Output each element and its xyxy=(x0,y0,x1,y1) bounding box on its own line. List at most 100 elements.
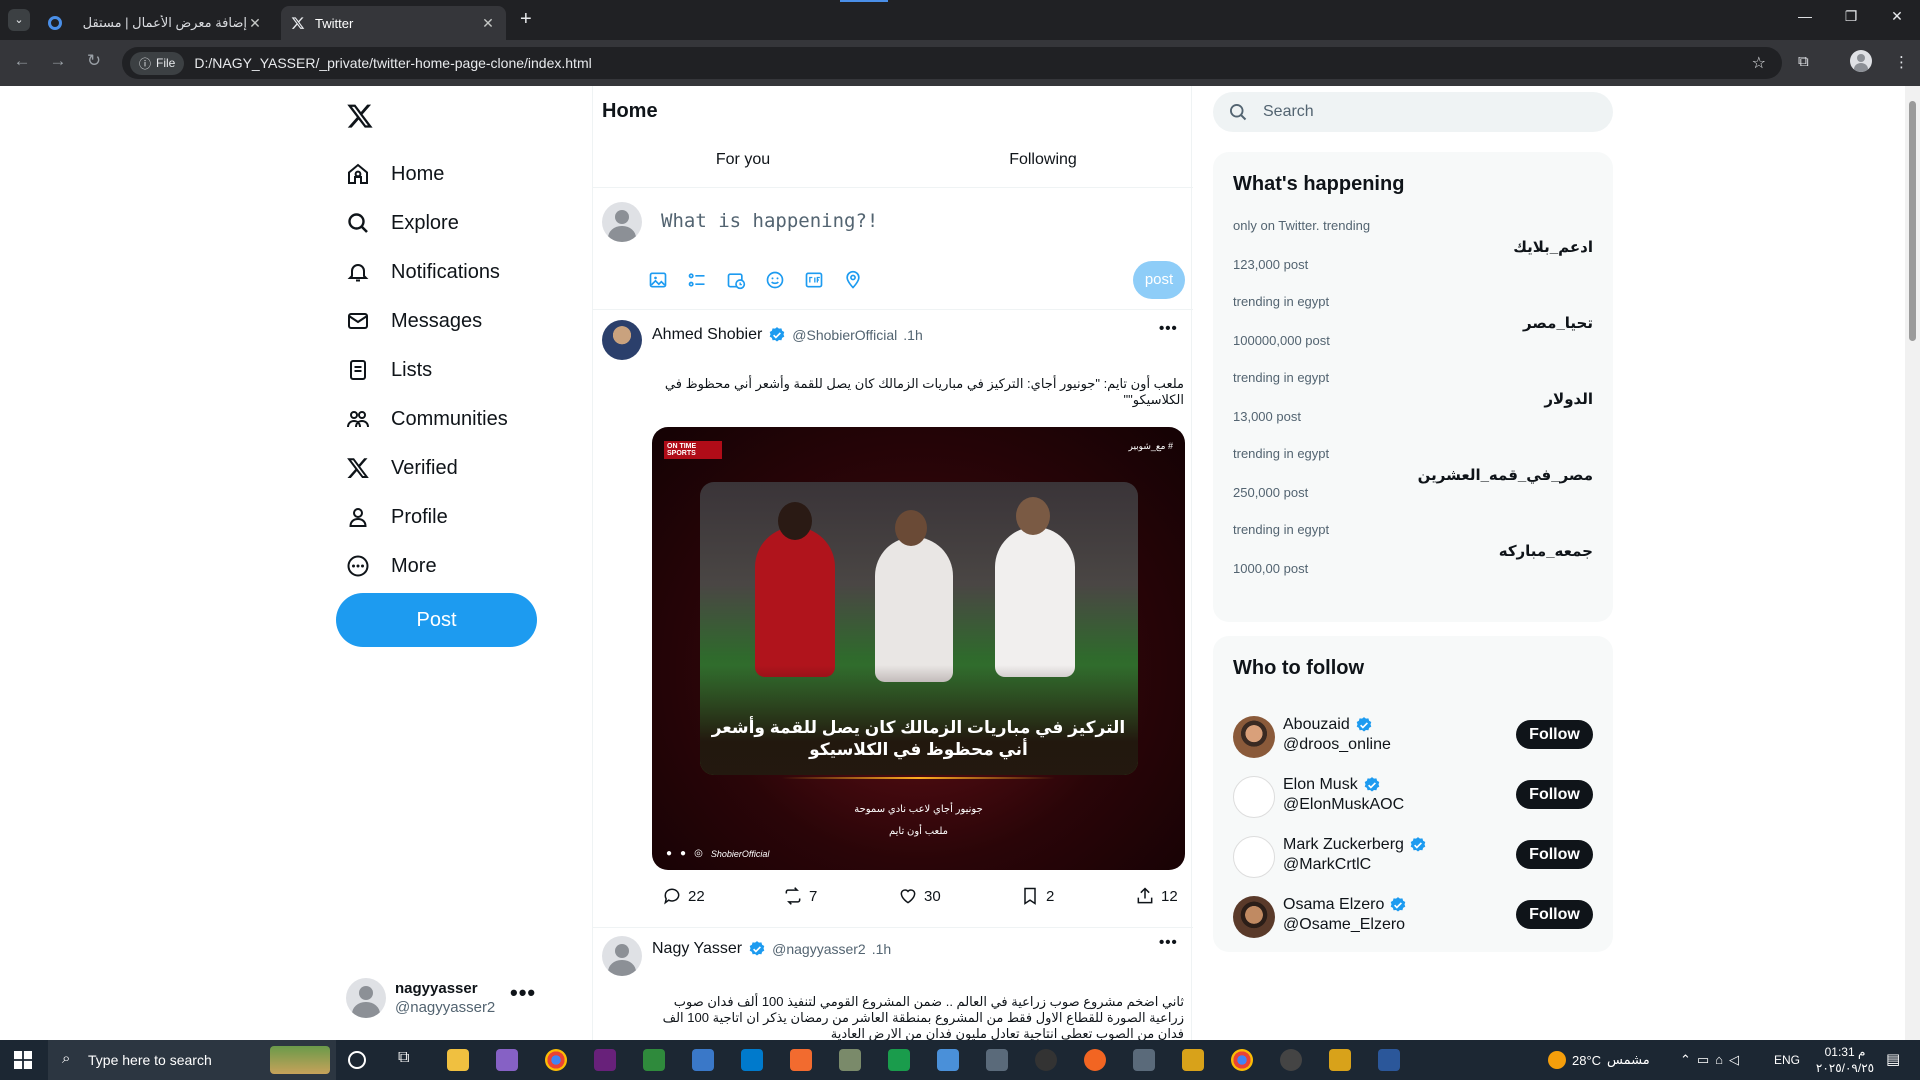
sidebar-item-messages[interactable]: Messages xyxy=(346,301,482,341)
browser-tab-twitter[interactable]: Twitter ✕ xyxy=(281,6,506,40)
sidebar-item-explore[interactable]: Explore xyxy=(346,203,459,243)
tweet-author-name[interactable]: Nagy Yasser xyxy=(652,940,742,958)
app-icon[interactable] xyxy=(1182,1049,1204,1071)
like-button[interactable]: 30 xyxy=(898,886,941,906)
follow-button[interactable]: Follow xyxy=(1516,720,1593,749)
input-language[interactable]: ENG xyxy=(1774,1053,1800,1067)
sidebar-item-communities[interactable]: Communities xyxy=(346,399,508,439)
app-icon[interactable] xyxy=(1329,1049,1351,1071)
reply-button[interactable]: 22 xyxy=(662,886,705,906)
tab-search-button[interactable]: ⌄ xyxy=(8,9,30,31)
tweet-more-icon[interactable]: ••• xyxy=(1159,320,1178,337)
clock[interactable]: 01:31 م ٢٠٢٥/٠٩/٢٥ xyxy=(1810,1044,1880,1076)
schedule-icon[interactable] xyxy=(726,270,746,290)
vscode-icon[interactable] xyxy=(741,1049,763,1071)
trend-item[interactable]: trending in egypt جمعه_مباركه 1000,00 po… xyxy=(1213,522,1613,598)
chrome-active-icon[interactable] xyxy=(1231,1049,1253,1071)
visual-studio-2-icon[interactable] xyxy=(594,1049,616,1071)
task-view-icon[interactable]: ⧉ xyxy=(398,1049,420,1071)
chrome-icon[interactable] xyxy=(545,1049,567,1071)
image-icon[interactable] xyxy=(648,270,668,290)
share-button[interactable]: 12 xyxy=(1135,886,1178,906)
follow-button[interactable]: Follow xyxy=(1516,900,1593,929)
visual-studio-icon[interactable] xyxy=(496,1049,518,1071)
follow-suggestion[interactable]: Mark Zuckerberg @MarkCrtlC Follow xyxy=(1233,834,1593,882)
extensions-icon[interactable]: ⧉ xyxy=(1798,53,1809,70)
follow-suggestion[interactable]: Osama Elzero @Osame_Elzero Follow xyxy=(1233,894,1593,942)
tab-for-you[interactable]: For you xyxy=(593,151,893,169)
tweet-image[interactable]: ON TIME SPORTS # مع_شوبير التركيز في مبا… xyxy=(652,427,1185,870)
sidebar-item-more[interactable]: More xyxy=(346,546,437,586)
retweet-button[interactable]: 7 xyxy=(783,886,817,906)
file-explorer-icon[interactable] xyxy=(447,1049,469,1071)
follow-button[interactable]: Follow xyxy=(1516,780,1593,809)
tweet[interactable]: Ahmed Shobier @ShobierOfficial .1h ••• م… xyxy=(593,310,1193,927)
app-icon[interactable] xyxy=(1084,1049,1106,1071)
tab-close-icon[interactable]: ✕ xyxy=(480,15,496,32)
site-info-button[interactable]: ⓘ File xyxy=(130,51,185,75)
app-icon[interactable] xyxy=(937,1049,959,1071)
trend-item[interactable]: only on Twitter. trending ادعم_بلايك 123… xyxy=(1213,218,1613,294)
app-icon[interactable] xyxy=(888,1049,910,1071)
location-icon[interactable] xyxy=(843,270,863,290)
tab-following[interactable]: Following xyxy=(893,151,1193,169)
sidebar-item-verified[interactable]: Verified xyxy=(346,448,458,488)
app-icon[interactable] xyxy=(1035,1049,1057,1071)
poll-icon[interactable] xyxy=(687,270,707,290)
search-input[interactable]: Search xyxy=(1213,92,1613,132)
follow-suggestion[interactable]: Abouzaid @droos_online Follow xyxy=(1233,714,1593,762)
restore-button[interactable]: ❐ xyxy=(1836,8,1866,25)
compose-post-button[interactable]: post xyxy=(1133,261,1185,299)
tweet[interactable]: Nagy Yasser @nagyyasser2 .1h ••• ثاني اض… xyxy=(593,928,1193,1040)
app-icon[interactable] xyxy=(1133,1049,1155,1071)
taskbar-search[interactable]: ⌕ Type here to search xyxy=(48,1040,336,1080)
tray-icons[interactable]: ⌃▭⌂◁ xyxy=(1680,1052,1745,1068)
back-button[interactable]: ← xyxy=(10,51,34,71)
minimize-button[interactable]: — xyxy=(1790,8,1820,24)
windows-start-icon[interactable] xyxy=(14,1051,32,1069)
tab-close-icon[interactable]: ✕ xyxy=(247,15,263,32)
compose-input[interactable]: What is happening?! xyxy=(661,210,878,232)
page-scrollbar[interactable] xyxy=(1905,86,1920,1040)
close-window-button[interactable]: ✕ xyxy=(1882,8,1912,25)
gif-icon[interactable] xyxy=(804,270,824,290)
sidebar-item-home[interactable]: Home xyxy=(346,154,444,194)
emoji-icon[interactable] xyxy=(765,270,785,290)
bookmark-star-icon[interactable]: ☆ xyxy=(1752,53,1766,73)
follow-suggestion[interactable]: Elon Musk @ElonMuskAOC Follow xyxy=(1233,774,1593,822)
trend-item[interactable]: trending in egypt مصر_في_قمه_العشرين 250… xyxy=(1213,446,1613,522)
tweet-avatar[interactable] xyxy=(602,936,642,976)
tweet-more-icon[interactable]: ••• xyxy=(1159,934,1178,951)
new-tab-button[interactable]: + xyxy=(520,8,532,31)
sidebar-item-profile[interactable]: Profile xyxy=(346,497,448,537)
app-icon[interactable] xyxy=(692,1049,714,1071)
address-bar[interactable]: ⓘ File D:/NAGY_YASSER/_private/twitter-h… xyxy=(122,47,1782,79)
trend-item[interactable]: trending in egypt تحيا_مصر 100000,000 po… xyxy=(1213,294,1613,370)
profile-avatar-icon[interactable] xyxy=(1850,50,1872,72)
tweet-author-name[interactable]: Ahmed Shobier xyxy=(652,326,762,344)
notifications-icon[interactable]: ▤ xyxy=(1886,1050,1900,1068)
scrollbar-thumb[interactable] xyxy=(1909,101,1916,341)
sidebar-item-notifications[interactable]: Notifications xyxy=(346,252,500,292)
bookmark-button[interactable]: 2 xyxy=(1020,886,1054,906)
x-logo-icon[interactable] xyxy=(346,102,374,130)
reload-button[interactable]: ↻ xyxy=(82,51,106,71)
app-icon[interactable] xyxy=(839,1049,861,1071)
app-icon[interactable] xyxy=(643,1049,665,1071)
postman-icon[interactable] xyxy=(790,1049,812,1071)
post-button[interactable]: Post xyxy=(336,593,537,647)
tweet-avatar[interactable] xyxy=(602,320,642,360)
follow-button[interactable]: Follow xyxy=(1516,840,1593,869)
more-dots-icon[interactable]: ••• xyxy=(510,980,536,1006)
word-icon[interactable] xyxy=(1378,1049,1400,1071)
app-icon[interactable] xyxy=(986,1049,1008,1071)
trend-item[interactable]: trending in egypt الدولار 13,000 post xyxy=(1213,370,1613,446)
forward-button[interactable]: → xyxy=(46,51,70,71)
account-switcher[interactable]: nagyyasser @nagyyasser2 ••• xyxy=(336,972,546,1020)
browser-menu-icon[interactable]: ⋮ xyxy=(1894,53,1909,71)
weather-widget[interactable]: 28°C مشمس xyxy=(1548,1051,1650,1069)
media-player-icon[interactable] xyxy=(1280,1049,1302,1071)
cortana-icon[interactable] xyxy=(348,1051,366,1069)
browser-tab-mostaql[interactable]: إضافة معرض الأعمال | مستقل ✕ xyxy=(38,6,273,40)
sidebar-item-lists[interactable]: Lists xyxy=(346,350,432,390)
